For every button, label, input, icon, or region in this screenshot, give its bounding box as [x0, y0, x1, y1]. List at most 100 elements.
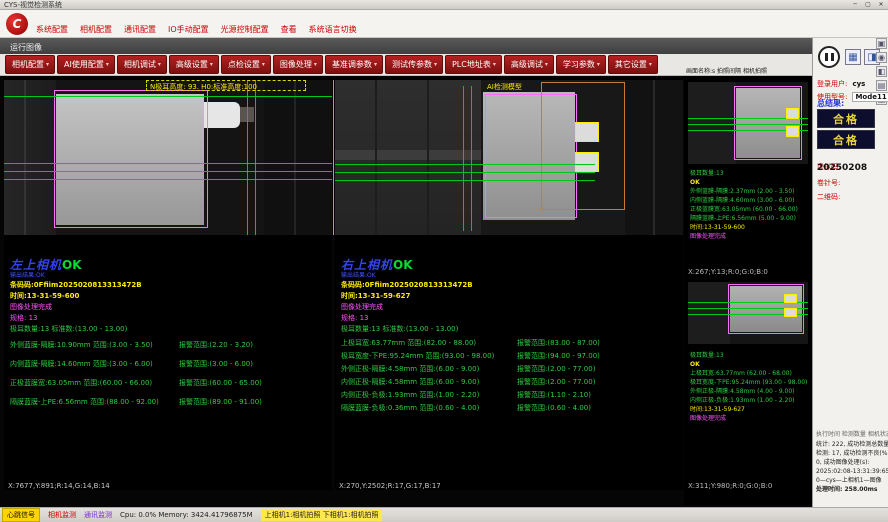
- measurement-value: 内侧蓝膜-隔膜:14.60mm 范围:(3.00 - 6.00): [10, 359, 153, 369]
- machinery-left: [688, 82, 736, 164]
- close-icon[interactable]: ✕: [876, 1, 886, 9]
- overlay-line: [335, 172, 595, 173]
- button-label: AI使用配置: [64, 59, 104, 70]
- chevron-down-icon: ▾: [158, 61, 161, 68]
- chevron-down-icon: ▾: [374, 61, 377, 68]
- preview-line: 极耳数量:13: [690, 170, 798, 177]
- machinery-left: [688, 282, 730, 344]
- preview-column-header: 画面名称:s 拍照间隔 相机拍照: [686, 66, 767, 75]
- menu-io-manual-config[interactable]: IO手动配置: [168, 24, 209, 35]
- tool-icon[interactable]: ◉: [876, 52, 887, 63]
- ai-config-button[interactable]: AI使用配置▾: [57, 55, 115, 74]
- chevron-down-icon: ▾: [46, 61, 49, 68]
- machinery-left: [4, 80, 56, 235]
- plc-address-button[interactable]: PLC地址表▾: [445, 55, 502, 74]
- preview-line: 图像处理完成: [690, 233, 798, 240]
- preview2-cursor-status: X:311;Y:980;R:0;G:0;B:0: [688, 482, 772, 490]
- overlay-line: [688, 124, 808, 125]
- preview2-image[interactable]: [688, 282, 808, 344]
- spot-check-button[interactable]: 点检设置▾: [221, 55, 271, 74]
- button-label: 测试传参数: [392, 59, 432, 70]
- advanced-settings-button[interactable]: 高级设置▾: [169, 55, 219, 74]
- menu-items: 系统配置 相机配置 通讯配置 IO手动配置 光源控制配置 查看 系统语言切换: [36, 24, 357, 35]
- machinery-seam: [653, 80, 655, 235]
- result-box-1: 合格: [817, 109, 875, 128]
- preview-ok-line: OK: [690, 361, 807, 368]
- button-label: 高级调试: [511, 59, 543, 70]
- camera-debug-button[interactable]: 相机调试▾: [117, 55, 167, 74]
- process-done-label: 图像处理完成: [10, 302, 52, 312]
- preview2-result-text: 极耳数量:13 OK 上极耳宽:63.77mm (62.00 - 68.00) …: [690, 352, 807, 422]
- pause-icon: [825, 53, 828, 61]
- measurement-value: 隔膜蓝膜-上PE:6.56mm 范围:(88.00 - 92.00): [10, 397, 159, 407]
- tab-count-label: 极耳数量:13 标准数:(13.00 - 13.00): [341, 324, 458, 334]
- measurement-value: 极耳宽度-下PE:95.24mm 范围:(93.00 - 98.00): [341, 351, 494, 361]
- stats-line: 检测: 17, 成功检测不良(%):: [816, 449, 888, 458]
- preview-line: 内侧蓝膜-隔膜:4.60mm (3.00 - 6.00): [690, 197, 798, 204]
- tab-run-image[interactable]: 运行图像: [10, 42, 42, 53]
- preview1-image[interactable]: [688, 82, 808, 164]
- machinery-seam: [375, 80, 377, 235]
- button-label: 点检设置: [228, 59, 260, 70]
- camera-view-icon[interactable]: ▦: [845, 49, 861, 65]
- test-params-button[interactable]: 测试传参数▾: [385, 55, 443, 74]
- tab-count-label: 极耳数量:13 标准数:(13.00 - 13.00): [10, 324, 127, 334]
- menu-camera-config[interactable]: 相机配置: [80, 24, 112, 35]
- other-settings-button[interactable]: 其它设置▾: [608, 55, 658, 74]
- stats-line: 0, 成功图像处理(s):: [816, 458, 888, 467]
- alarm-range-value: 报警范围:(2.20 - 3.20): [179, 340, 253, 350]
- barcode-label: 条码码:0Ffiim2025020813313472B: [10, 280, 142, 290]
- preview-line: 正极蓝膜宽:63.05mm (60.00 - 66.00): [690, 206, 798, 213]
- tab-highlight-box: [786, 108, 799, 119]
- chevron-down-icon: ▾: [262, 61, 265, 68]
- barcode-label: 条码码:0Ffiim2025020813313472B: [341, 280, 473, 290]
- process-time-line: 处理时间: 258.00ms: [816, 485, 888, 494]
- menu-language-switch[interactable]: 系统语言切换: [309, 24, 357, 35]
- button-label: 高级设置: [176, 59, 208, 70]
- alarm-range-value: 报警范围:(94.00 - 97.00): [517, 351, 600, 361]
- menu-light-control-config[interactable]: 光源控制配置: [221, 24, 269, 35]
- window-title: CYS-视觉检测系统: [4, 0, 62, 10]
- window-controls: ─ ▢ ✕: [850, 1, 886, 9]
- measurement-value: 外侧正极-隔膜:4.58mm 范围:(6.00 - 9.00): [341, 364, 479, 374]
- output-result-label: 输出结果:OK: [10, 270, 45, 279]
- preview-line: 极耳数量:13: [690, 352, 807, 359]
- maximize-icon[interactable]: ▢: [863, 1, 873, 9]
- chevron-down-icon: ▾: [210, 61, 213, 68]
- alarm-range-value: 报警范围:(60.00 - 65.00): [179, 378, 262, 388]
- preview1-cursor-status: X:267;Y:13;R:0;G:0;B:0: [688, 268, 768, 276]
- alarm-range-value: 报警范围:(89.00 - 91.00): [179, 397, 262, 407]
- measurement-value: 内侧正极-隔膜:4.58mm 范围:(6.00 - 9.00): [341, 377, 479, 387]
- tool-icon[interactable]: ◧: [876, 66, 887, 77]
- pin-number-label: 卷针号:: [817, 178, 840, 188]
- preview-line: 极耳宽度-下PE:95.24mm (93.00 - 98.00): [690, 379, 807, 386]
- camera1-image[interactable]: N极耳高度: 93. H0:标准高度:100: [4, 80, 332, 235]
- alarm-range-value: 报警范围:(2.00 - 77.00): [517, 364, 595, 374]
- chevron-down-icon: ▾: [434, 61, 437, 68]
- baseline-params-button[interactable]: 基准调参数▾: [325, 55, 383, 74]
- camera-config-button[interactable]: 相机配置▾: [5, 55, 55, 74]
- camera2-image[interactable]: AI检测模型: [335, 80, 683, 235]
- tab-highlight-box: [575, 152, 599, 172]
- advanced-debug-button[interactable]: 高级调试▾: [504, 55, 554, 74]
- preview-line: 内侧正极-负极:1.93mm (1.00 - 2.20): [690, 397, 807, 404]
- button-label: 基准调参数: [332, 59, 372, 70]
- minimize-icon[interactable]: ─: [850, 1, 860, 9]
- preview-line: 时间:13-31-59-627: [690, 406, 807, 413]
- menu-system-config[interactable]: 系统配置: [36, 24, 68, 35]
- process-done-label: 图像处理完成: [341, 302, 383, 312]
- image-process-button[interactable]: 图像处理▾: [273, 55, 323, 74]
- stats-block: 统计: 222, 成功检测总数量 检测: 17, 成功检测不良(%): 0, 成…: [816, 440, 888, 494]
- overlay-line-vertical: [247, 80, 248, 235]
- button-label: 其它设置: [615, 59, 647, 70]
- output-result-label: 输出结果:OK: [341, 270, 376, 279]
- learning-params-button[interactable]: 学习参数▾: [556, 55, 606, 74]
- heartbeat-indicator: 心跳信号: [2, 508, 40, 522]
- menu-view[interactable]: 查看: [281, 24, 297, 35]
- menu-comm-config[interactable]: 通讯配置: [124, 24, 156, 35]
- model-select[interactable]: Mode11: [852, 92, 888, 102]
- pause-button[interactable]: [818, 46, 840, 68]
- detection-roi-outline: [54, 90, 208, 228]
- tab-highlight-box: [575, 122, 599, 142]
- tool-icon[interactable]: ▣: [876, 38, 887, 49]
